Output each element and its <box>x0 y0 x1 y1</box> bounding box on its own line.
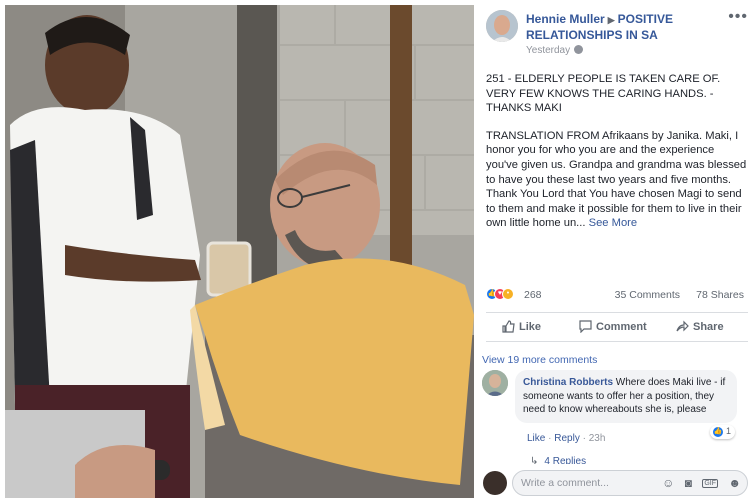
camera-icon[interactable]: ◙ <box>685 476 692 490</box>
post-time[interactable]: Yesterday <box>526 45 570 56</box>
post-photo[interactable] <box>5 5 474 498</box>
post-body-paragraph: TRANSLATION FROM Afrikaans by Janika. Ma… <box>486 129 748 231</box>
comment-button[interactable]: Comment <box>579 320 647 334</box>
author-line: Hennie Muller ▶ POSITIVE RELATIONSHIPS IN … <box>526 12 726 43</box>
like-reaction-icon: 👍 <box>712 426 724 438</box>
comment-meta: Like · Reply · 23h <box>527 433 605 444</box>
comment-input[interactable]: Write a comment... ☺ ◙ GIF ☻ <box>512 470 748 496</box>
globe-icon <box>574 45 584 54</box>
post-text: 251 - ELDERLY PEOPLE IS TAKEN CARE OF. V… <box>486 72 748 244</box>
share-button[interactable]: Share <box>676 320 724 333</box>
comment-bubble: Christina Robberts Where does Maki live … <box>515 370 737 423</box>
wow-reaction-icon: • <box>502 288 514 300</box>
separator-dot: · <box>582 433 586 444</box>
thumbs-up-icon <box>502 320 515 333</box>
post-actions: Like Comment Share <box>486 312 748 342</box>
share-arrow-icon <box>676 320 689 332</box>
photo-illustration <box>5 5 474 498</box>
commenter-name[interactable]: Christina Robberts <box>523 377 613 388</box>
author-name[interactable]: Hennie Muller <box>526 12 605 26</box>
comment-label: Comment <box>596 321 647 333</box>
post-headline: 251 - ELDERLY PEOPLE IS TAKEN CARE OF. V… <box>486 73 721 115</box>
comment-like-link[interactable]: Like <box>527 433 545 444</box>
reactions-bar: 👍 ♥ • 268 35 Comments 78 Shares <box>486 288 748 304</box>
emoji-icon[interactable]: ☺ <box>662 476 674 490</box>
sticker-icon[interactable]: ☻ <box>728 476 741 490</box>
post-body: TRANSLATION FROM Afrikaans by Janika. Ma… <box>486 129 747 230</box>
caret-right-icon: ▶ <box>607 15 615 25</box>
separator-dot: · <box>548 433 552 444</box>
post-panel: Hennie Muller ▶ POSITIVE RELATIONSHIPS IN … <box>474 0 753 503</box>
comment-icon <box>579 320 592 334</box>
more-options-icon[interactable]: ••• <box>728 8 748 26</box>
see-more-link[interactable]: See More <box>589 217 638 229</box>
comment-composer: Write a comment... ☺ ◙ GIF ☻ <box>474 464 753 503</box>
like-button[interactable]: Like <box>502 320 541 333</box>
reaction-icons[interactable]: 👍 ♥ • <box>486 288 514 302</box>
author-avatar-image <box>486 10 518 42</box>
author-avatar[interactable] <box>486 10 518 42</box>
commenter-avatar[interactable] <box>482 370 508 396</box>
share-label: Share <box>693 321 724 333</box>
comment-reaction-count: 1 <box>726 426 732 436</box>
like-label: Like <box>519 321 542 333</box>
comment-reaction-badge[interactable]: 👍 1 <box>710 425 736 439</box>
reaction-count[interactable]: 268 <box>524 289 542 301</box>
composer-tools: ☺ ◙ GIF ☻ <box>655 476 741 490</box>
commenter-avatar-image <box>482 370 508 396</box>
comment-time[interactable]: 23h <box>589 433 606 444</box>
shares-count[interactable]: 78 Shares <box>696 289 744 301</box>
gif-icon[interactable]: GIF <box>702 479 719 488</box>
comment-reply-link[interactable]: Reply <box>554 433 580 444</box>
post-time-line: Yesterday <box>526 45 584 56</box>
comment-input-placeholder: Write a comment... <box>521 477 609 489</box>
post-header: Hennie Muller ▶ POSITIVE RELATIONSHIPS IN … <box>486 8 748 60</box>
current-user-avatar[interactable] <box>483 471 507 495</box>
comments-count[interactable]: 35 Comments <box>615 289 680 301</box>
view-more-comments-link[interactable]: View 19 more comments <box>482 354 597 366</box>
